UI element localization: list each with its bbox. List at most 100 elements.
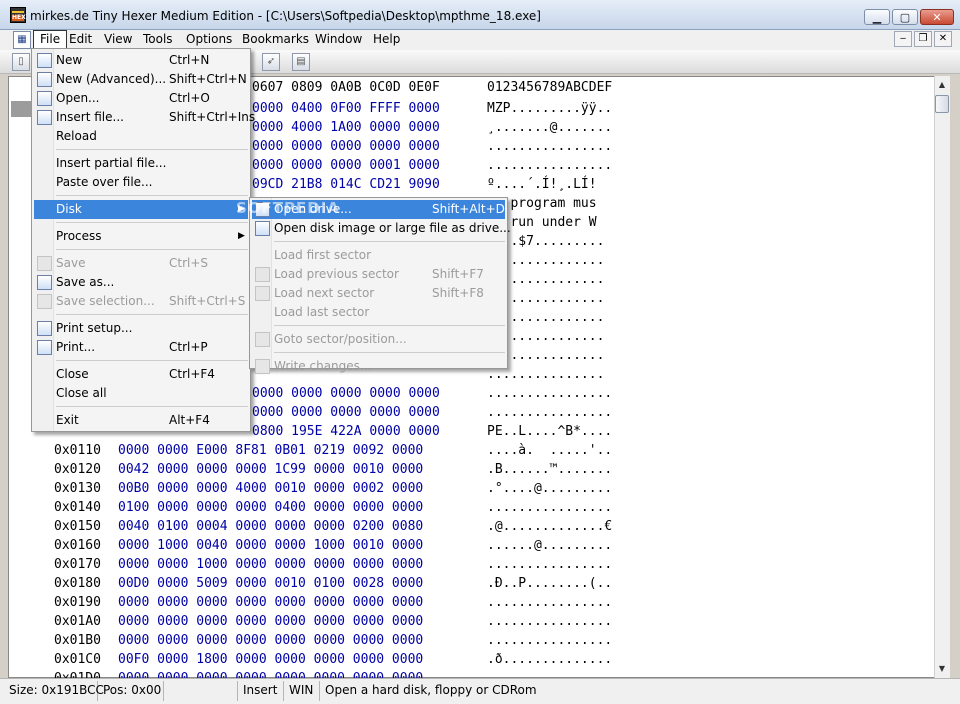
menu-file[interactable]: File (33, 30, 68, 49)
tool-icon[interactable]: ➶ (262, 53, 280, 71)
menu-item-load-next-sector[interactable]: Load next sector Shift+F8 (252, 284, 505, 303)
menu-item-label: Close (56, 367, 89, 381)
menu-separator (56, 360, 248, 361)
row-hex-values[interactable]: 00B0 0000 0000 4000 0010 0000 0002 0000 (118, 479, 423, 498)
row-ascii[interactable]: ................ (487, 384, 612, 403)
new-file-icon[interactable]: ▯ (12, 53, 30, 71)
row-ascii[interactable]: .Ð..P........(.. (487, 574, 612, 593)
menu-item-save[interactable]: Save Ctrl+S (34, 254, 248, 273)
scroll-down-icon[interactable]: ▼ (934, 662, 950, 676)
menu-item-shortcut: Alt+F4 (169, 413, 210, 427)
save-as-icon (37, 275, 52, 290)
row-ascii[interactable]: ....à. .....'.. (487, 441, 612, 460)
mdi-minimize-button[interactable]: ‒ (894, 31, 912, 47)
menu-item-load-previous-sector[interactable]: Load previous sector Shift+F7 (252, 265, 505, 284)
close-window-button[interactable]: ✕ (920, 9, 954, 25)
row-hex-values[interactable]: 0000 0000 0000 0000 0000 0000 0000 0000 (118, 593, 423, 612)
save-icon (37, 256, 52, 271)
row-ascii[interactable]: MZP.........ÿÿ.. (487, 99, 612, 118)
row-ascii[interactable]: PE..L....^B*.... (487, 422, 612, 441)
row-hex-values[interactable]: 0000 0000 0000 0000 0000 (252, 137, 440, 156)
row-ascii[interactable]: ................ (487, 612, 612, 631)
row-ascii[interactable]: ................ (487, 137, 612, 156)
row-ascii[interactable]: ................ (487, 156, 612, 175)
menu-item-save-selection[interactable]: Save selection... Shift+Ctrl+S (34, 292, 248, 311)
menu-item-new-advanced[interactable]: New (Advanced)... Shift+Ctrl+N (34, 70, 248, 89)
menu-options[interactable]: Options (180, 30, 238, 49)
row-ascii[interactable]: ................ (487, 593, 612, 612)
row-hex-values[interactable]: 0000 1000 0040 0000 0000 1000 0010 0000 (118, 536, 423, 555)
menu-item-print[interactable]: Print... Ctrl+P (34, 338, 248, 357)
menu-edit[interactable]: Edit (63, 30, 98, 49)
mdi-restore-button[interactable]: ❐ (914, 31, 932, 47)
menu-item-exit[interactable]: Exit Alt+F4 (34, 411, 248, 430)
menu-item-label: Load last sector (274, 305, 370, 319)
menu-item-reload[interactable]: Reload (34, 127, 248, 146)
row-ascii[interactable]: ................ (487, 498, 612, 517)
row-hex-values[interactable]: 0000 0000 0000 0000 0000 0000 0000 0000 (118, 631, 423, 650)
row-hex-values[interactable]: 09CD 21B8 014C CD21 9090 (252, 175, 440, 194)
minimize-window-button[interactable]: ▁ (864, 9, 890, 25)
mdi-close-button[interactable]: ✕ (934, 31, 952, 47)
status-mode: Insert (240, 681, 284, 701)
file-menu: New Ctrl+N New (Advanced)... Shift+Ctrl+N Op… (31, 48, 255, 432)
menu-window[interactable]: Window (309, 30, 368, 49)
row-hex-values[interactable]: 0000 0000 0000 0000 0000 (252, 403, 440, 422)
row-hex-values[interactable]: 0000 0000 0000 0000 0000 0000 0000 0000 (118, 612, 423, 631)
row-hex-values[interactable]: 0000 0000 0000 0001 0000 (252, 156, 440, 175)
row-hex-values[interactable]: 0100 0000 0000 0000 0400 0000 0000 0000 (118, 498, 423, 517)
row-hex-values[interactable]: 0000 0000 E000 8F81 0B01 0219 0092 0000 (118, 441, 423, 460)
row-hex-values[interactable]: 00F0 0000 1800 0000 0000 0000 0000 0000 (118, 650, 423, 669)
row-hex-values[interactable]: 0000 4000 1A00 0000 0000 (252, 118, 440, 137)
row-hex-values[interactable]: 0000 0000 0000 0000 0000 (252, 384, 440, 403)
menu-item-label: Open disk image or large file as drive..… (274, 221, 511, 235)
menu-item-print-setup[interactable]: Print setup... (34, 319, 248, 338)
row-ascii[interactable]: ................ (487, 555, 612, 574)
menu-bookmarks[interactable]: Bookmarks (236, 30, 315, 49)
menu-item-goto-sector-position[interactable]: Goto sector/position... (252, 330, 505, 349)
menu-item-load-first-sector[interactable]: Load first sector (252, 246, 505, 265)
row-hex-values[interactable]: 0040 0100 0004 0000 0000 0000 0200 0080 (118, 517, 423, 536)
menu-item-shortcut: Shift+F7 (432, 267, 484, 281)
menu-separator (274, 352, 505, 353)
menu-item-process[interactable]: Process ▶ (34, 227, 248, 246)
scrollbar-thumb[interactable] (935, 95, 949, 113)
menu-item-insert-partial-file[interactable]: Insert partial file... (34, 154, 248, 173)
row-hex-values[interactable]: 0042 0000 0000 0000 1C99 0000 0010 0000 (118, 460, 423, 479)
row-ascii[interactable]: .B......™....... (487, 460, 612, 479)
menu-item-paste-over-file[interactable]: Paste over file... (34, 173, 248, 192)
maximize-window-button[interactable]: ▢ (892, 9, 918, 25)
menu-view[interactable]: View (98, 30, 138, 49)
vertical-scrollbar[interactable] (934, 76, 950, 678)
row-hex-values[interactable]: 0800 195E 422A 0000 0000 (252, 422, 440, 441)
menu-help[interactable]: Help (367, 30, 406, 49)
menu-tools[interactable]: Tools (137, 30, 179, 49)
menu-item-open[interactable]: Open... Ctrl+O (34, 89, 248, 108)
row-hex-values[interactable]: 0000 0400 0F00 FFFF 0000 (252, 99, 440, 118)
menu-item-disk[interactable]: Disk ▶ (34, 200, 248, 219)
menu-item-close[interactable]: Close Ctrl+F4 (34, 365, 248, 384)
row-ascii[interactable]: .ð.............. (487, 650, 612, 669)
save-selection-icon (37, 294, 52, 309)
document-icon[interactable]: ▦ (13, 31, 31, 49)
calculator-icon[interactable]: ▤ (292, 53, 310, 71)
scroll-up-icon[interactable]: ▲ (934, 78, 950, 92)
row-ascii[interactable]: ......@......... (487, 536, 612, 555)
menu-item-write-changes[interactable]: Write changes... (252, 357, 505, 376)
menu-item-label: Close all (56, 386, 107, 400)
row-hex-values[interactable]: 00D0 0000 5009 0000 0010 0100 0028 0000 (118, 574, 423, 593)
menu-item-load-last-sector[interactable]: Load last sector (252, 303, 505, 322)
menu-item-insert-file[interactable]: Insert file... Shift+Ctrl+Ins (34, 108, 255, 127)
row-ascii[interactable]: º....´.Í!¸.LÍ! (487, 175, 597, 194)
menu-item-new[interactable]: New Ctrl+N (34, 51, 248, 70)
row-ascii[interactable]: ................ (487, 403, 612, 422)
row-ascii[interactable]: ¸.......@....... (487, 118, 612, 137)
row-ascii[interactable]: ................ (487, 631, 612, 650)
row-ascii[interactable]: .@.............€ (487, 517, 612, 536)
menu-item-save-as[interactable]: Save as... (34, 273, 248, 292)
menu-item-open-disk-image-or-large-file-as-drive[interactable]: Open disk image or large file as drive..… (252, 219, 511, 238)
menu-item-close-all[interactable]: Close all (34, 384, 248, 403)
menu-separator (56, 149, 248, 150)
row-ascii[interactable]: .°....@......... (487, 479, 612, 498)
row-hex-values[interactable]: 0000 0000 1000 0000 0000 0000 0000 0000 (118, 555, 423, 574)
